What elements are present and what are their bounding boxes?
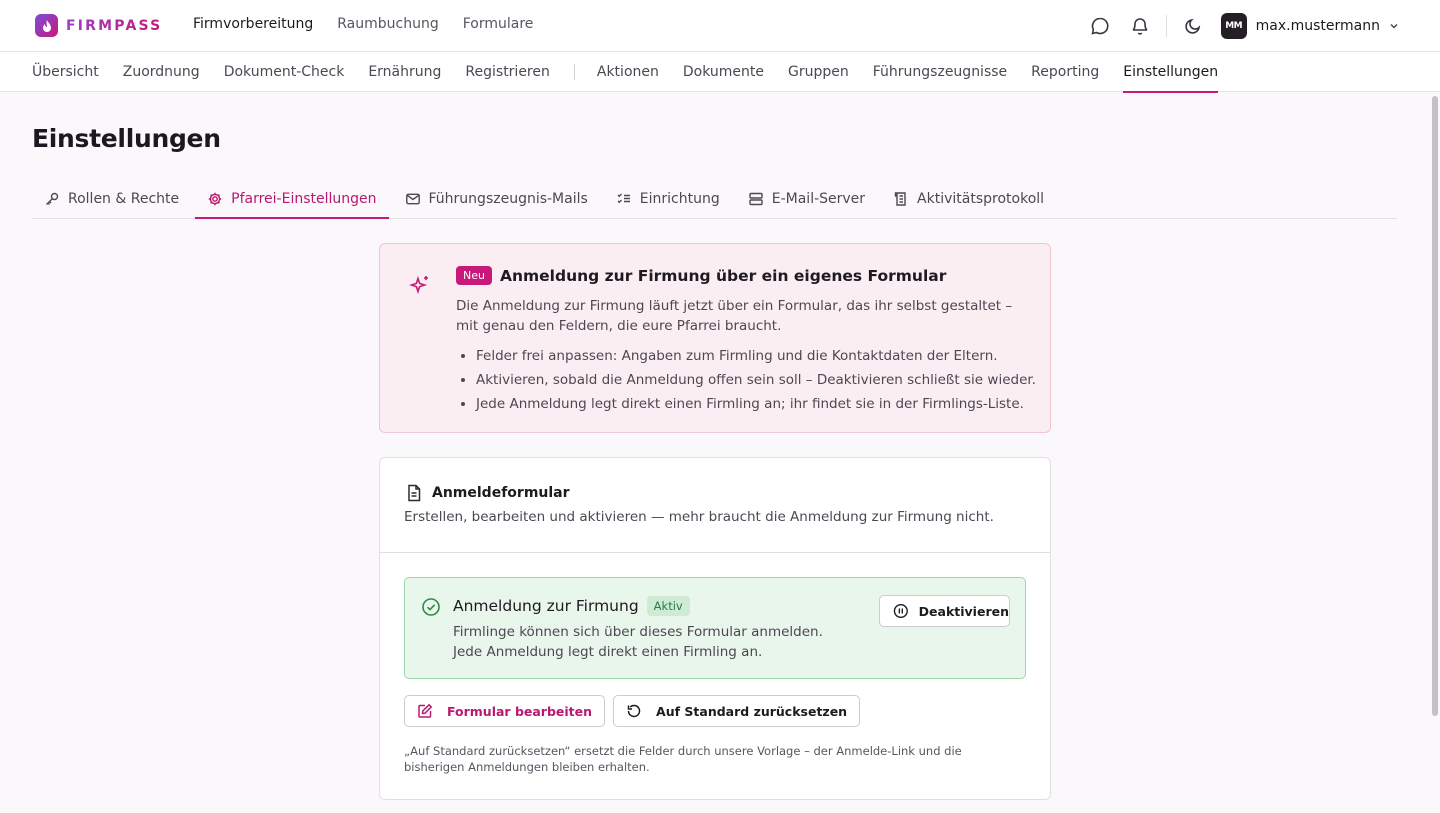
subnav-fuehrungszeugnisse[interactable]: Führungszeugnisse: [873, 52, 1007, 92]
sub-nav: Übersicht Zuordnung Dokument-Check Ernäh…: [0, 52, 1440, 93]
main-nav: Firmvorbereitung Raumbuchung Formulare: [193, 16, 533, 32]
tab-rollen-rechte[interactable]: Rollen & Rechte: [32, 180, 191, 218]
settings-tabs: Rollen & Rechte Pfarrei-Einstellungen Fü…: [32, 180, 1397, 219]
sparkles-icon: [409, 275, 428, 295]
logo[interactable]: FIRMPASS: [35, 14, 162, 37]
subnav-aktionen[interactable]: Aktionen: [597, 52, 659, 92]
main-nav-raumbuchung[interactable]: Raumbuchung: [337, 16, 438, 32]
edit-icon: [418, 703, 433, 718]
subnav-divider: [573, 64, 575, 80]
divider: [380, 552, 1050, 553]
document-icon: [408, 484, 421, 502]
tab-label: Führungszeugnis-Mails: [428, 191, 588, 207]
subnav-uebersicht[interactable]: Übersicht: [32, 52, 99, 92]
tab-aktivitaetsprotokoll[interactable]: Aktivitätsprotokoll: [881, 180, 1056, 218]
chevron-down-icon[interactable]: [1388, 20, 1400, 32]
top-bar: FIRMPASS Firmvorbereitung Raumbuchung Fo…: [0, 0, 1440, 52]
main-nav-formulare[interactable]: Formulare: [463, 16, 534, 32]
subnav-zuordnung[interactable]: Zuordnung: [123, 52, 200, 92]
list-item: Aktivieren, sobald die Anmeldung offen s…: [476, 368, 1036, 392]
subnav-dokument-check[interactable]: Dokument-Check: [224, 52, 345, 92]
status-title: Anmeldung zur Firmung: [453, 597, 639, 615]
form-status-box: Anmeldung zur Firmung Aktiv Firmlinge kö…: [404, 577, 1026, 679]
reset-footnote: „Auf Standard zurücksetzen“ ersetzt die …: [404, 744, 962, 774]
reset-default-button[interactable]: Auf Standard zurücksetzen: [613, 695, 861, 727]
list-item: Jede Anmeldung legt direkt einen Firmlin…: [476, 392, 1036, 416]
tab-fuehrungszeugnis-mails[interactable]: Führungszeugnis-Mails: [393, 180, 600, 218]
log-icon: [894, 192, 906, 206]
key-icon: [46, 192, 59, 205]
tab-label: Rollen & Rechte: [68, 191, 180, 207]
username[interactable]: max.mustermann: [1256, 18, 1380, 34]
subnav-gruppen[interactable]: Gruppen: [788, 52, 849, 92]
subnav-registrieren[interactable]: Registrieren: [465, 52, 549, 92]
main-nav-firmvorbereitung[interactable]: Firmvorbereitung: [193, 16, 313, 32]
brand-name: FIRMPASS: [66, 17, 163, 34]
subnav-ernaehrung[interactable]: Ernährung: [368, 52, 441, 92]
top-actions: MM max.mustermann: [1086, 12, 1400, 40]
tab-label: Einrichtung: [639, 191, 720, 207]
bell-icon[interactable]: [1126, 12, 1154, 40]
subnav-einstellungen[interactable]: Einstellungen: [1123, 52, 1218, 93]
deactivate-label: Deaktivieren: [918, 603, 1009, 619]
scrollbar[interactable]: [1432, 96, 1438, 716]
card-subtitle: Erstellen, bearbeiten und aktivieren — m…: [404, 509, 994, 525]
page-title: Einstellungen: [32, 124, 221, 153]
edit-form-label: Formular bearbeiten: [447, 703, 593, 719]
server-icon: [749, 192, 763, 206]
announcement-title: Anmeldung zur Firmung über ein eigenes F…: [499, 266, 947, 285]
flame-icon: [35, 14, 58, 37]
status-description: Firmlinge können sich über dieses Formul…: [453, 624, 823, 660]
card-title: Anmeldeformular: [432, 485, 570, 501]
tab-pfarrei-einstellungen[interactable]: Pfarrei-Einstellungen: [195, 180, 389, 219]
tab-label: Aktivitätsprotokoll: [917, 191, 1045, 207]
deactivate-button[interactable]: Deaktivieren: [879, 595, 1010, 627]
tab-einrichtung[interactable]: Einrichtung: [604, 180, 732, 218]
avatar[interactable]: MM: [1220, 13, 1247, 39]
chat-icon[interactable]: [1086, 12, 1114, 40]
status-badge: Aktiv: [646, 596, 690, 616]
tab-label: E-Mail-Server: [771, 191, 866, 207]
announcement-card: Neu Anmeldung zur Firmung über ein eigen…: [379, 243, 1051, 433]
moon-icon[interactable]: [1179, 12, 1207, 40]
list-item: Felder frei anpassen: Angaben zum Firmli…: [476, 344, 1036, 368]
announcement-description: Die Anmeldung zur Firmung läuft jetzt üb…: [456, 298, 1013, 334]
gear-icon: [208, 192, 222, 206]
reset-icon: [627, 704, 641, 718]
check-circle-icon: [422, 598, 440, 616]
tab-label: Pfarrei-Einstellungen: [231, 191, 377, 207]
divider: [1165, 15, 1167, 37]
subnav-reporting[interactable]: Reporting: [1031, 52, 1099, 92]
checklist-icon: [617, 193, 630, 204]
new-badge: Neu: [456, 266, 492, 285]
tab-e-mail-server[interactable]: E-Mail-Server: [736, 180, 877, 218]
subnav-dokumente[interactable]: Dokumente: [683, 52, 764, 92]
announcement-list: Felder frei anpassen: Angaben zum Firmli…: [476, 344, 1036, 416]
mail-icon: [405, 193, 420, 205]
reset-default-label: Auf Standard zurücksetzen: [656, 703, 848, 719]
registration-form-card: Anmeldeformular Erstellen, bearbeiten un…: [379, 457, 1051, 800]
form-actions: Formular bearbeiten Auf Standard zurücks…: [404, 695, 861, 727]
edit-form-button[interactable]: Formular bearbeiten: [404, 695, 606, 727]
pause-circle-icon: [893, 603, 908, 619]
